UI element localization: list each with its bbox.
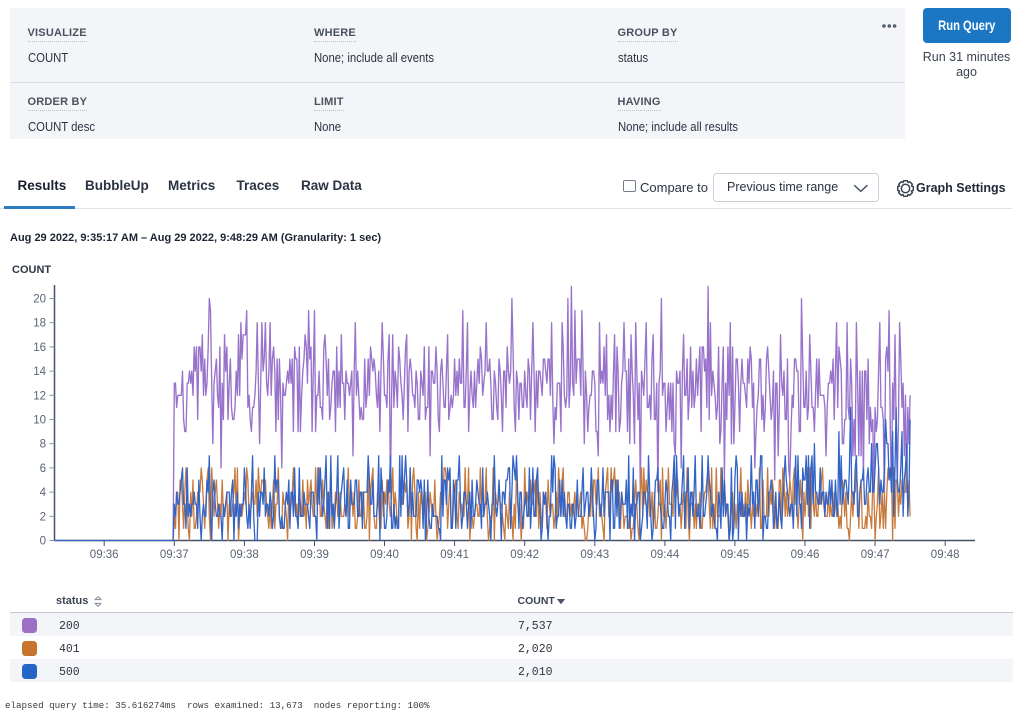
svg-text:12: 12: [33, 390, 46, 402]
svg-text:18: 18: [33, 318, 46, 330]
svg-text:09:39: 09:39: [300, 549, 329, 561]
svg-text:10: 10: [33, 415, 46, 427]
svg-text:09:42: 09:42: [510, 549, 539, 561]
svg-text:09:45: 09:45: [721, 549, 750, 561]
svg-text:4: 4: [40, 487, 47, 499]
svg-text:09:41: 09:41: [440, 549, 469, 561]
svg-text:6: 6: [40, 463, 46, 475]
svg-text:09:37: 09:37: [160, 549, 189, 561]
svg-text:09:44: 09:44: [651, 549, 680, 561]
svg-text:8: 8: [40, 439, 46, 451]
svg-text:09:47: 09:47: [861, 549, 890, 561]
svg-text:2: 2: [40, 511, 46, 523]
svg-text:09:43: 09:43: [580, 549, 609, 561]
svg-text:14: 14: [33, 366, 46, 378]
svg-text:09:46: 09:46: [791, 549, 820, 561]
svg-text:16: 16: [33, 342, 46, 354]
svg-text:0: 0: [40, 536, 46, 548]
svg-text:20: 20: [33, 294, 46, 306]
svg-text:09:40: 09:40: [370, 549, 399, 561]
svg-text:09:48: 09:48: [931, 549, 960, 561]
svg-text:09:36: 09:36: [90, 549, 119, 561]
svg-text:09:38: 09:38: [230, 549, 259, 561]
